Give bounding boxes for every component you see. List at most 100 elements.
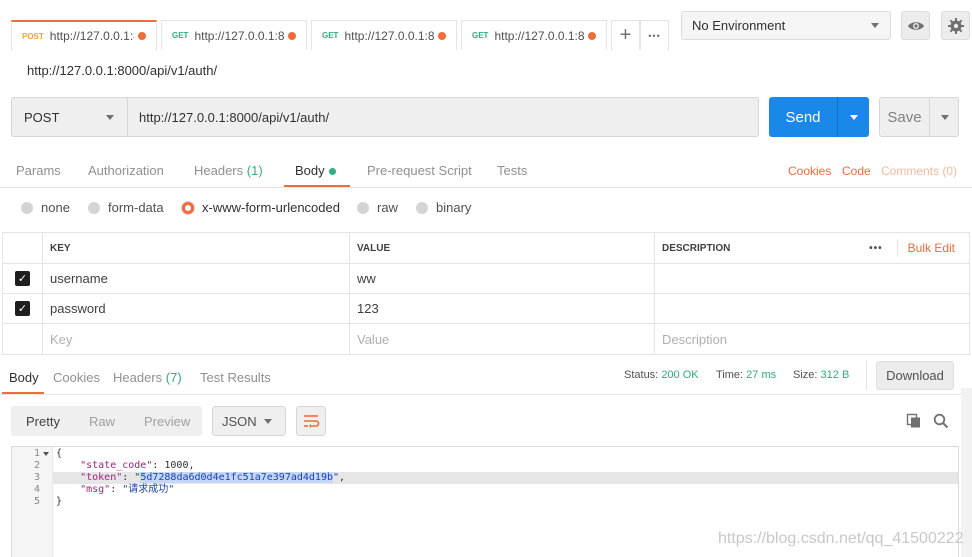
chevron-down-icon <box>940 114 949 120</box>
radio-form-data[interactable]: form-data <box>88 200 164 215</box>
unsaved-dot-icon <box>288 31 296 40</box>
comments-link[interactable]: Comments (0) <box>881 164 957 178</box>
more-icon[interactable]: ••• <box>869 243 883 254</box>
response-headers-count: (7) <box>165 370 182 385</box>
save-button[interactable]: Save <box>880 98 929 136</box>
method-badge: POST <box>22 31 44 41</box>
column-header-description-label: DESCRIPTION <box>662 242 731 254</box>
response-size: Size: 312 B <box>793 369 849 381</box>
radio-circle <box>357 201 369 214</box>
more-icon: ••• <box>648 30 661 41</box>
bulk-edit-link[interactable]: Bulk Edit <box>908 241 955 255</box>
code-line: } <box>56 496 62 508</box>
param-key[interactable]: username <box>43 264 350 294</box>
radio-label: form-data <box>108 200 164 215</box>
param-value[interactable]: ww <box>350 264 655 294</box>
tab-headers[interactable]: Headers (1) <box>194 163 263 178</box>
new-key-input[interactable]: Key <box>43 324 350 354</box>
view-pretty-button[interactable]: Pretty <box>26 414 60 429</box>
code-link[interactable]: Code <box>842 164 871 178</box>
url-input[interactable] <box>127 97 759 137</box>
send-button[interactable]: Send <box>769 97 837 137</box>
request-tab-1[interactable]: POST http://127.0.0.1:8 <box>11 20 157 50</box>
request-tab-2[interactable]: GET http://127.0.0.1:80 <box>161 20 307 50</box>
row-checkbox[interactable]: ✓ <box>15 301 30 316</box>
radio-label: binary <box>436 200 472 215</box>
column-header-description: DESCRIPTION ••• Bulk Edit <box>655 233 969 264</box>
json-key: "token" <box>80 472 123 483</box>
divider <box>0 187 972 188</box>
response-status: Status: 200 OK <box>624 369 699 381</box>
tab-params[interactable]: Params <box>16 163 61 178</box>
view-preview-button[interactable]: Preview <box>144 414 190 429</box>
param-value[interactable]: 123 <box>350 294 655 324</box>
response-tab-body[interactable]: Body <box>9 370 39 385</box>
request-title: http://127.0.0.1:8000/api/v1/auth/ <box>27 63 218 78</box>
line-number: 5 <box>33 496 40 507</box>
tab-tests[interactable]: Tests <box>497 163 527 178</box>
column-header-value: VALUE <box>350 233 655 264</box>
plus-icon: + <box>619 24 632 46</box>
tab-authorization[interactable]: Authorization <box>88 163 164 178</box>
code-line: "state_code": 1000, <box>80 460 195 471</box>
new-description-input[interactable]: Description <box>655 324 969 354</box>
radio-binary[interactable]: binary <box>416 200 471 215</box>
radio-x-www-form-urlencoded[interactable]: x-www-form-urlencoded <box>182 200 340 215</box>
wrap-lines-icon <box>304 415 320 428</box>
new-value-input[interactable]: Value <box>350 324 655 354</box>
environment-select[interactable]: No Environment <box>681 11 891 40</box>
line-number: 4 <box>33 484 40 495</box>
response-tab-headers-label: Headers <box>113 370 163 385</box>
response-tab-headers[interactable]: Headers (7) <box>113 370 182 385</box>
tab-bar: POST http://127.0.0.1:8 GET http://127.0… <box>0 0 972 52</box>
radio-none[interactable]: none <box>21 200 70 215</box>
divider <box>866 361 867 390</box>
tab-url: http://127.0.0.1:80 <box>344 28 434 43</box>
tab-options-button[interactable]: ••• <box>640 20 669 50</box>
chevron-down-icon <box>264 418 272 424</box>
table-header-checkbox-col <box>3 233 43 264</box>
param-description[interactable] <box>655 264 969 294</box>
response-time: Time: 27 ms <box>716 369 776 381</box>
divider <box>896 239 898 257</box>
chevron-down-icon <box>106 114 114 120</box>
send-options-button[interactable] <box>838 97 869 137</box>
param-key[interactable]: password <box>43 294 350 324</box>
params-table: KEY VALUE DESCRIPTION ••• Bulk Edit ✓ us… <box>2 232 970 355</box>
add-tab-button[interactable]: + <box>611 20 640 50</box>
tab-body[interactable]: Body <box>295 163 336 178</box>
fold-toggle-icon[interactable] <box>43 452 49 456</box>
eye-icon <box>907 21 924 30</box>
time-value: 27 ms <box>746 369 777 381</box>
copy-button[interactable] <box>906 413 922 432</box>
tab-url: http://127.0.0.1:80 <box>494 28 584 43</box>
radio-circle-selected <box>182 201 194 214</box>
row-checkbox[interactable]: ✓ <box>15 271 30 286</box>
method-select[interactable]: POST <box>11 97 128 137</box>
format-select[interactable]: JSON <box>212 406 286 436</box>
download-button[interactable]: Download <box>876 361 954 390</box>
environment-quick-look-button[interactable] <box>901 11 930 40</box>
cookies-link[interactable]: Cookies <box>788 164 831 178</box>
param-description[interactable] <box>655 294 969 324</box>
tab-prerequest-script[interactable]: Pre-request Script <box>367 163 472 178</box>
unsaved-dot-icon <box>438 31 446 40</box>
method-badge: GET <box>172 31 189 40</box>
settings-button[interactable] <box>941 11 970 40</box>
row-checkbox-cell <box>3 324 43 354</box>
request-tab-4[interactable]: GET http://127.0.0.1:80 <box>461 20 607 50</box>
wrap-lines-button[interactable] <box>296 406 326 436</box>
method-value: POST <box>24 109 60 125</box>
json-value-selected: 5d7288da6d0d4e1fc51a7e397ad4d19b <box>140 472 333 483</box>
radio-raw[interactable]: raw <box>357 200 398 215</box>
status-value: 200 OK <box>661 369 699 381</box>
size-label: Size: <box>793 369 818 381</box>
response-tab-cookies[interactable]: Cookies <box>53 370 100 385</box>
send-button-group: Send <box>769 97 869 137</box>
response-tab-test-results[interactable]: Test Results <box>200 370 271 385</box>
search-button[interactable] <box>933 413 949 432</box>
request-tab-3[interactable]: GET http://127.0.0.1:80 <box>311 20 457 50</box>
line-number: 3 <box>33 472 40 483</box>
save-options-button[interactable] <box>930 98 959 136</box>
view-raw-button[interactable]: Raw <box>89 414 115 429</box>
